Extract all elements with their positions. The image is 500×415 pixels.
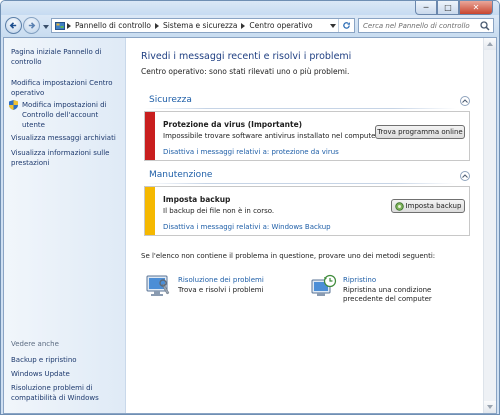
- find-program-online-button[interactable]: Trova programma online: [375, 125, 465, 139]
- minimize-icon: ─: [423, 3, 429, 12]
- close-icon: ✕: [472, 3, 480, 12]
- troubleshooting-description: Trova e risolvi i problemi: [178, 286, 264, 294]
- alternatives-intro: Se l'elenco non contiene il problema in …: [141, 252, 436, 260]
- vertical-scrollbar[interactable]: [483, 38, 496, 413]
- backup-icon: [394, 201, 404, 211]
- security-section-title[interactable]: Sicurezza: [149, 95, 192, 105]
- maximize-button[interactable]: □: [437, 1, 459, 15]
- troubleshooting-icon: [146, 274, 172, 300]
- scroll-down-icon: [487, 405, 493, 409]
- forward-arrow-icon: [28, 22, 36, 29]
- chevron-up-icon: [462, 99, 468, 103]
- maximize-icon: □: [444, 3, 452, 12]
- setup-backup-button[interactable]: Imposta backup: [391, 199, 465, 213]
- page-title: Rivedi i messaggi recenti e risolvi i pr…: [141, 51, 352, 62]
- breadcrumb-control-panel[interactable]: Pannello di controllo: [73, 19, 153, 32]
- chevron-down-icon: [330, 23, 336, 28]
- page-subtitle: Centro operativo: sono stati rilevati un…: [141, 67, 350, 76]
- back-arrow-icon: [9, 22, 17, 29]
- window-controls: ─ □ ✕: [415, 1, 493, 15]
- alert-description: Il backup dei file non è in corso.: [163, 207, 275, 215]
- control-panel-icon: [55, 21, 65, 31]
- sidebar-link-action-center-settings[interactable]: Modifica impostazioni Centro operativo: [11, 78, 123, 98]
- breadcrumb-system-security[interactable]: Sistema e sicurezza: [161, 19, 239, 32]
- alert-severity-stripe-yellow: [145, 187, 155, 235]
- title-bar: ─ □ ✕: [1, 1, 499, 15]
- maintenance-section-title[interactable]: Manutenzione: [149, 170, 212, 180]
- chevron-down-icon: [42, 24, 49, 29]
- search-icon[interactable]: [480, 21, 490, 31]
- scroll-down-button[interactable]: [484, 401, 496, 413]
- address-dropdown[interactable]: [328, 19, 338, 32]
- minimize-button[interactable]: ─: [415, 1, 437, 15]
- see-also-backup-restore[interactable]: Backup e ripristino: [11, 355, 123, 365]
- section-divider: [144, 183, 456, 184]
- alert-title: Imposta backup: [163, 195, 231, 204]
- troubleshooting-link[interactable]: Risoluzione dei problemi: [178, 276, 264, 284]
- recovery-tool[interactable]: Ripristino Ripristina una condizione pre…: [311, 274, 461, 316]
- control-panel-window: ─ □ ✕ Pannello di controllo Sistema e si…: [0, 0, 500, 415]
- recovery-link[interactable]: Ripristino: [343, 276, 376, 284]
- chevron-up-icon: [462, 174, 468, 178]
- uac-shield-icon: [9, 100, 18, 110]
- search-box[interactable]: [358, 18, 494, 33]
- see-also-windows-update[interactable]: Windows Update: [11, 369, 123, 379]
- search-input[interactable]: [361, 19, 481, 32]
- close-button[interactable]: ✕: [459, 1, 493, 15]
- see-also-heading: Vedere anche: [11, 340, 59, 348]
- section-divider: [144, 108, 456, 109]
- recovery-icon: [311, 274, 337, 300]
- virus-protection-alert: Protezione da virus (Importante) Impossi…: [144, 111, 470, 161]
- forward-button[interactable]: [23, 17, 40, 34]
- content-area: Pagina iniziale Pannello di controllo Mo…: [3, 37, 497, 414]
- navigation-bar: Pannello di controllo Sistema e sicurezz…: [1, 15, 499, 37]
- alert-title: Protezione da virus (Importante): [163, 120, 303, 129]
- alert-severity-stripe-red: [145, 112, 155, 160]
- refresh-button[interactable]: [338, 19, 354, 32]
- breadcrumb-separator-icon[interactable]: [239, 22, 247, 29]
- alert-description: Impossibile trovare software antivirus i…: [163, 132, 380, 140]
- main-panel: Rivedi i messaggi recenti e risolvi i pr…: [126, 38, 484, 413]
- recovery-description: Ripristina una condizione precedente del…: [343, 286, 432, 303]
- maintenance-collapse-button[interactable]: [460, 171, 470, 181]
- disable-virus-messages-link[interactable]: Disattiva i messaggi relativi a: protezi…: [163, 148, 339, 156]
- refresh-icon: [343, 22, 350, 29]
- sidebar-link-control-panel-home[interactable]: Pagina iniziale Pannello di controllo: [11, 47, 123, 67]
- backup-alert: Imposta backup Il backup dei file non è …: [144, 186, 470, 236]
- sidebar: Pagina iniziale Pannello di controllo Mo…: [4, 38, 126, 413]
- breadcrumb-separator-icon[interactable]: [153, 22, 161, 29]
- breadcrumb-separator-icon[interactable]: [65, 22, 73, 29]
- sidebar-link-performance-info[interactable]: Visualizza informazioni sulle prestazion…: [11, 148, 123, 168]
- breadcrumb-action-center[interactable]: Centro operativo: [247, 19, 314, 32]
- setup-backup-label: Imposta backup: [405, 202, 462, 210]
- sidebar-link-uac-label: Modifica impostazioni di Controllo dell'…: [22, 101, 107, 129]
- disable-backup-messages-link[interactable]: Disattiva i messaggi relativi a: Windows…: [163, 223, 331, 231]
- recent-pages-dropdown[interactable]: [42, 23, 49, 30]
- troubleshooting-tool[interactable]: Risoluzione dei problemi Trova e risolvi…: [146, 274, 296, 304]
- scroll-up-button[interactable]: [484, 38, 496, 50]
- see-also-compatibility-troubleshooter[interactable]: Risoluzione problemi di compatibilità di…: [11, 383, 123, 403]
- back-button[interactable]: [5, 17, 22, 34]
- address-bar[interactable]: Pannello di controllo Sistema e sicurezz…: [51, 18, 355, 33]
- scroll-up-icon: [487, 42, 493, 46]
- security-collapse-button[interactable]: [460, 96, 470, 106]
- sidebar-link-archived-messages[interactable]: Visualizza messaggi archiviati: [11, 133, 123, 143]
